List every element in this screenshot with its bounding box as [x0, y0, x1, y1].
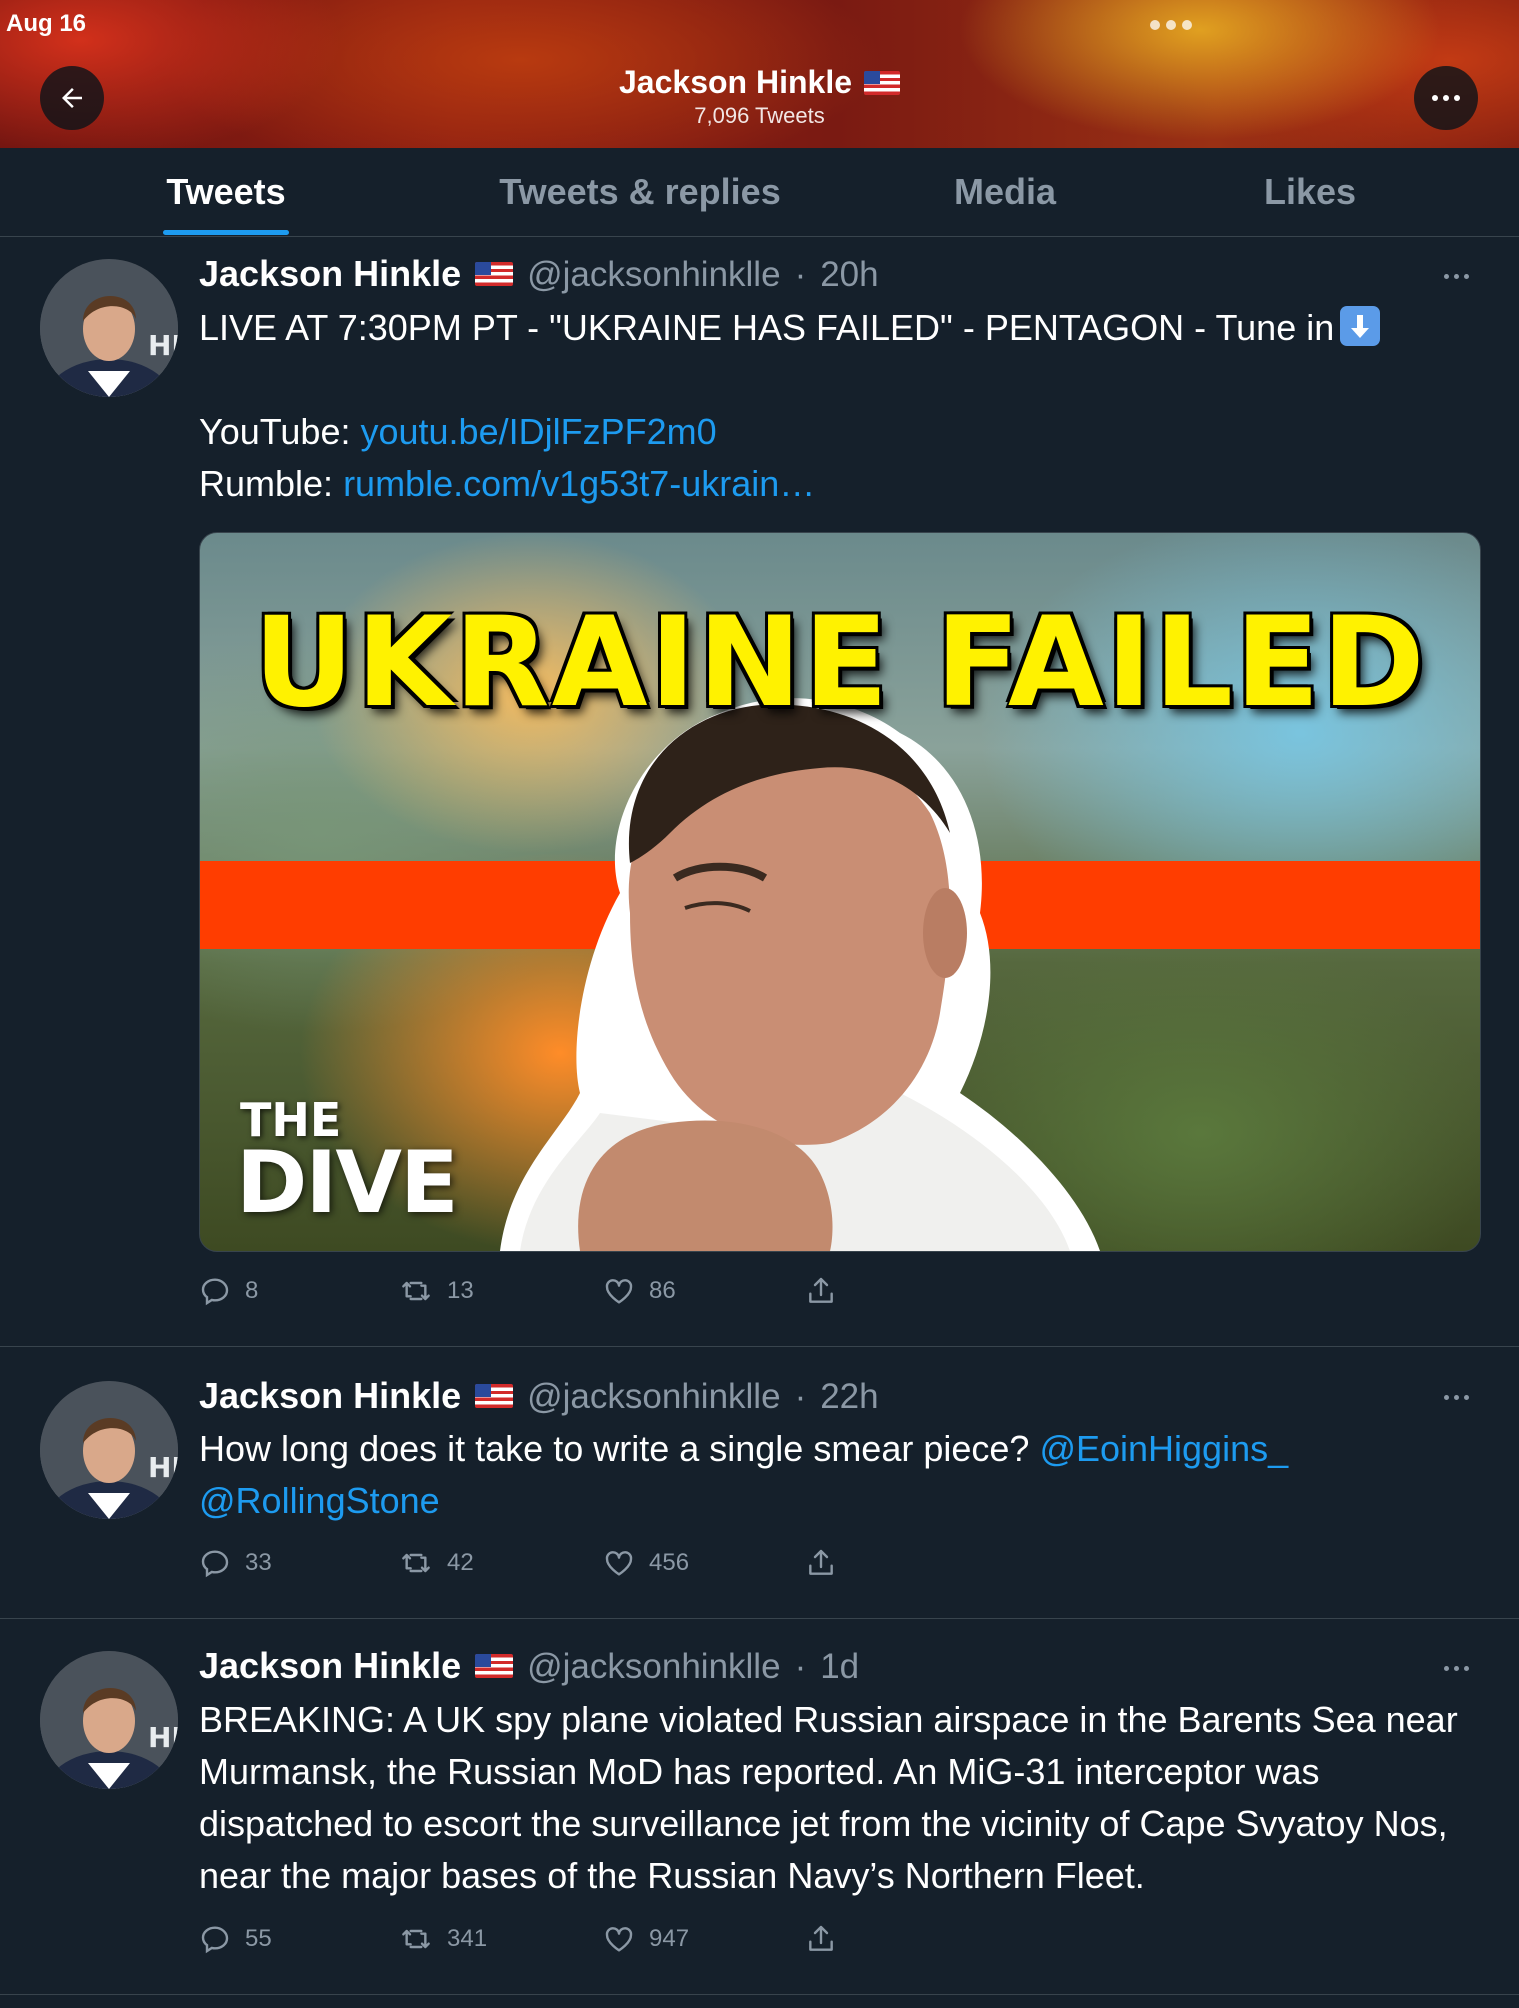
youtube-link[interactable]: youtu.be/IDjlFzPF2m0: [360, 411, 716, 452]
share-button[interactable]: [805, 1547, 837, 1579]
tweet-header: Jackson Hinkle @jacksonhinklle · 1d: [199, 1645, 859, 1687]
heart-icon: [605, 1279, 633, 1304]
separator-dot: ·: [794, 1647, 807, 1686]
retweet-icon: [402, 1553, 430, 1573]
tweet[interactable]: HB Jackson Hinkle @jacksonhinklle · 20h …: [0, 237, 1519, 1347]
author-name[interactable]: Jackson Hinkle: [199, 1375, 461, 1417]
tab-tweets-replies[interactable]: Tweets & replies: [470, 148, 810, 236]
author-handle[interactable]: @jacksonhinklle: [527, 255, 780, 295]
svg-text:HB: HB: [148, 1721, 178, 1754]
reply-button[interactable]: 55: [199, 1923, 272, 1955]
retweet-icon: [402, 1281, 430, 1301]
svg-text:HB: HB: [148, 1451, 178, 1484]
separator-dot: ·: [794, 255, 807, 294]
retweet-button[interactable]: 42: [399, 1547, 474, 1579]
tweet-actions: 33 42 456: [199, 1547, 899, 1587]
us-flag-icon: [475, 1384, 514, 1408]
tab-likes[interactable]: Likes: [1240, 148, 1380, 236]
avatar[interactable]: HB: [40, 259, 178, 397]
youtube-label: YouTube:: [199, 411, 361, 452]
rumble-link[interactable]: rumble.com/v1g53t7-ukrain…: [343, 463, 815, 504]
reply-button[interactable]: 33: [199, 1547, 272, 1579]
tweet-text: BREAKING: A UK spy plane violated Russia…: [199, 1699, 1458, 1896]
profile-title: Jackson Hinkle 7,096 Tweets: [0, 64, 1519, 129]
tweet-more-icon[interactable]: [1444, 1666, 1469, 1671]
author-name[interactable]: Jackson Hinkle: [199, 1645, 461, 1687]
reply-button[interactable]: 8: [199, 1275, 258, 1307]
tweet-text: LIVE AT 7:30PM PT - "UKRAINE HAS FAILED"…: [199, 302, 1489, 510]
like-button[interactable]: 456: [603, 1547, 689, 1579]
tweet-more-icon[interactable]: [1444, 274, 1469, 279]
reply-count: 33: [245, 1549, 272, 1576]
video-thumbnail[interactable]: UKRAINE FAILED THE DIVE: [199, 532, 1481, 1252]
reply-icon: [201, 1926, 229, 1954]
share-icon: [809, 1925, 833, 1951]
author-handle[interactable]: @jacksonhinklle: [527, 1647, 780, 1687]
reply-icon: [201, 1278, 229, 1306]
down-arrow-emoji-icon: [1340, 306, 1381, 346]
like-count: 86: [649, 1277, 676, 1304]
separator-dot: ·: [794, 1377, 807, 1416]
avatar[interactable]: HB: [40, 1651, 178, 1789]
svg-text:HB: HB: [148, 329, 178, 362]
share-icon: [809, 1549, 833, 1575]
share-icon: [809, 1277, 833, 1303]
retweet-count: 13: [447, 1277, 474, 1304]
profile-tabs: Tweets Tweets & replies Media Likes: [0, 148, 1519, 237]
tweet-text-body: How long does it take to write a single …: [199, 1428, 1040, 1469]
avatar[interactable]: HB: [40, 1381, 178, 1519]
rumble-label: Rumble:: [199, 463, 344, 504]
tweet-actions: 55 341 947: [199, 1923, 899, 1963]
more-icon: [1432, 95, 1460, 101]
heart-icon: [605, 1551, 633, 1576]
tweet-count: 7,096 Tweets: [694, 103, 825, 128]
like-count: 456: [649, 1549, 690, 1576]
share-button[interactable]: [805, 1923, 837, 1955]
like-button[interactable]: 86: [603, 1275, 676, 1307]
tweet-header: Jackson Hinkle @jacksonhinklle · 20h: [199, 253, 879, 295]
tab-tweets[interactable]: Tweets: [163, 148, 289, 236]
author-handle[interactable]: @jacksonhinklle: [527, 1377, 780, 1417]
reply-count: 8: [245, 1277, 259, 1304]
like-count: 947: [649, 1925, 690, 1952]
us-flag-icon: [475, 262, 514, 286]
reply-icon: [201, 1550, 229, 1578]
tweet-text: How long does it take to write a single …: [199, 1423, 1489, 1527]
us-flag-icon: [475, 1654, 514, 1678]
author-name[interactable]: Jackson Hinkle: [199, 253, 461, 295]
more-options-button[interactable]: [1414, 66, 1478, 130]
retweet-count: 341: [447, 1925, 488, 1952]
heart-icon: [605, 1927, 633, 1952]
tweet-text-line: LIVE AT 7:30PM PT - "UKRAINE HAS FAILED"…: [199, 307, 1335, 348]
reply-count: 55: [245, 1925, 272, 1952]
like-button[interactable]: 947: [603, 1923, 689, 1955]
us-flag-icon: [864, 70, 900, 95]
profile-header: Aug 16 Jackson Hinkle 7,096 Tweets: [0, 0, 1519, 148]
active-tab-indicator: [163, 230, 289, 235]
mention-link[interactable]: @RollingStone: [199, 1480, 440, 1521]
tweet-header: Jackson Hinkle @jacksonhinklle · 22h: [199, 1375, 879, 1417]
thumbnail-title: UKRAINE FAILED: [253, 591, 1427, 735]
share-button[interactable]: [805, 1275, 837, 1307]
retweet-count: 42: [447, 1549, 474, 1576]
tweet-time[interactable]: 20h: [820, 255, 878, 295]
tweet-actions: 8 13 86: [199, 1275, 899, 1315]
tweet-time[interactable]: 1d: [820, 1647, 859, 1687]
tweet-more-icon[interactable]: [1444, 1395, 1469, 1400]
status-bar-date: Aug 16: [6, 10, 87, 37]
tweet[interactable]: HB Jackson Hinkle @jacksonhinklle · 22h …: [0, 1347, 1519, 1619]
profile-name: Jackson Hinkle: [619, 64, 852, 100]
mention-link[interactable]: @EoinHiggins_: [1039, 1428, 1288, 1469]
thumbnail-brand-big: DIVE: [236, 1133, 459, 1233]
retweet-icon: [402, 1929, 430, 1949]
tweet-time[interactable]: 22h: [820, 1377, 878, 1417]
multitasking-dots-icon[interactable]: [1150, 20, 1192, 30]
tweet[interactable]: HB Jackson Hinkle @jacksonhinklle · 1d B…: [0, 1619, 1519, 1995]
tab-media[interactable]: Media: [930, 148, 1080, 236]
retweet-button[interactable]: 13: [399, 1275, 474, 1307]
retweet-button[interactable]: 341: [399, 1923, 487, 1955]
